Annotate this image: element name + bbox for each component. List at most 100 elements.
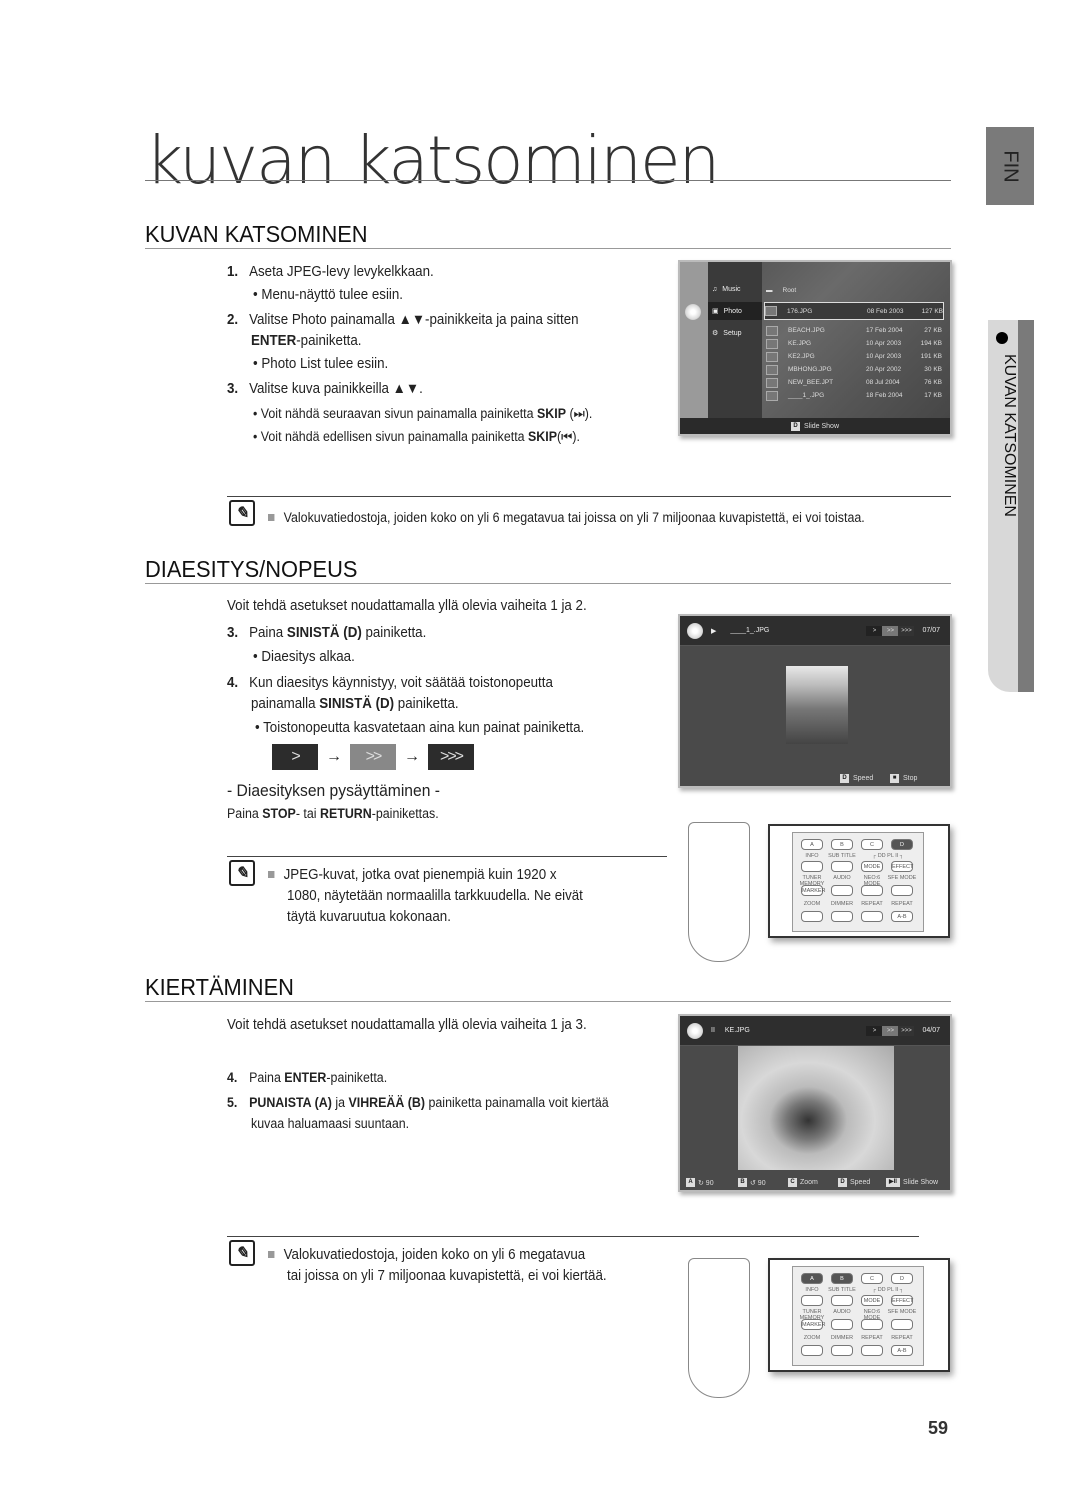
stop-heading: - Diaesityksen pysäyttäminen - [227, 781, 440, 800]
seal-photo [738, 1046, 894, 1170]
note-pencil-icon: ✎ [229, 860, 255, 886]
note-text-line2: 1080, näytetään normaalilla tarkkuudella… [287, 888, 583, 904]
image-file-icon [766, 351, 778, 362]
note-text-line2: tai joissa on yli 7 miljoonaa kuvapistet… [287, 1268, 607, 1284]
section3-intro: Voit tehdä asetukset noudattamalla yllä … [227, 1017, 587, 1033]
page-number: 59 [928, 1418, 949, 1438]
slideshow-topbar: ▶ ____1_.JPG > >> >>> 07/07 [680, 616, 950, 646]
folder-root[interactable]: ▬ Root [766, 284, 942, 297]
note-divider [227, 1236, 919, 1237]
chapter-side-tab: KUVAN KATSOMINEN [988, 320, 1034, 692]
note-text-line1: Valokuvatiedostoja, joiden koko on yli 6… [268, 1247, 585, 1264]
step-4-rotate: 4. Paina ENTER-painiketta. [227, 1070, 388, 1085]
file-row[interactable]: KE.JPG 10 Apr 2003 194 KB [766, 337, 942, 350]
rotate-cw-icon: ↻ 90 [698, 1179, 714, 1187]
step-4-speed: 4. Kun diaesitys käynnistyy, voit säätää … [227, 675, 553, 691]
step-3: 3. Valitse kuva painikkeilla ▲▼. [227, 381, 423, 397]
step-1: 1. Aseta JPEG-levy levykelkkaan. [227, 264, 434, 280]
image-file-icon [766, 364, 778, 375]
slide-photo [786, 666, 848, 744]
file-row[interactable]: BEACH.JPG 17 Feb 2004 27 KB [766, 324, 942, 337]
note-pencil-icon: ✎ [229, 500, 255, 526]
image-file-icon [766, 325, 778, 336]
speed-indicator: > >> >>> [866, 1025, 915, 1036]
folder-icon: ▬ [766, 287, 773, 294]
note-divider [227, 496, 951, 497]
rotate-topbar: II KE.JPG > >> >>> 04/07 [680, 1016, 950, 1046]
key-d: D [891, 839, 913, 850]
title-divider [145, 180, 951, 181]
nav-photo[interactable]: ▣ Photo [708, 302, 762, 320]
remote-zoom-panel: A B C D INFO SUB TITLE ┌ DD PL II ┐ MODE… [768, 824, 950, 938]
speed-indicator: > >> >>> [866, 625, 915, 636]
note-text-line1: JPEG-kuvat, jotka ovat pienempiä kuin 19… [268, 867, 557, 884]
step-2-bullet: • Photo List tulee esiin. [253, 356, 389, 372]
gear-icon: ⚙ [712, 330, 719, 337]
section2-intro: Voit tehdä asetukset noudattamalla yllä … [227, 598, 587, 614]
step-2: 2. Valitse Photo painamalla ▲▼-painikkeit… [227, 312, 579, 328]
step-3-bullet-next: • Voit nähdä seuraavan sivun painamalla … [253, 406, 593, 421]
speed-sequence: > → >> → >>> [272, 744, 474, 770]
speed-3-box: >>> [428, 744, 474, 770]
nav-setup[interactable]: ⚙ Setup [712, 324, 758, 342]
key-b: B [831, 839, 853, 850]
file-row[interactable]: MBHONG.JPG 20 Apr 2002 30 KB [766, 363, 942, 376]
note-divider [227, 856, 667, 857]
disc-icon [687, 622, 703, 639]
remote-zoom-panel: A B C D INFO SUB TITLE ┌ DD PL II ┐ MODE… [768, 1258, 950, 1372]
remote-control-illustration [688, 822, 750, 962]
play-icon: ▶ [711, 627, 717, 635]
speed-2-box: >> [350, 744, 396, 770]
side-tab-label: KUVAN KATSOMINEN [1001, 354, 1018, 517]
nav-music[interactable]: ♫ Music [712, 280, 758, 298]
screen-footer: D Slide Show [680, 418, 950, 434]
stop-text: Paina STOP- tai RETURN-painikettas. [227, 806, 439, 821]
photo-list-screen: ♫ Music ▣ Photo ⚙ Setup ▬ Root 176.JPG 08 Feb… [678, 260, 952, 436]
step-3-speed: 3. Paina SINISTÄ (D) painiketta. [227, 625, 427, 641]
bullet-dot-icon [996, 332, 1008, 344]
key-a: A [801, 839, 823, 850]
step-5-rotate: 5. PUNAISTA (A) ja VIHREÄÄ (B) painiketta… [227, 1095, 609, 1110]
page-title: kuvan katsominen [145, 122, 720, 199]
section-heading-kuvan-katsominen: KUVAN KATSOMINEN [145, 221, 368, 247]
section-divider [145, 1001, 951, 1002]
arrow-right-icon: → [326, 748, 342, 765]
photo-icon: ▣ [712, 308, 719, 315]
step-3-bullet: • Diaesitys alkaa. [253, 649, 355, 665]
step-2-cont: ENTER-painiketta. [251, 333, 362, 349]
file-row[interactable]: NEW_BEE.JPT 08 Jul 2004 76 KB [766, 376, 942, 389]
key-b: B [831, 1273, 853, 1284]
key-a: A [801, 1273, 823, 1284]
menu-nav: ♫ Music ▣ Photo ⚙ Setup [708, 262, 762, 422]
file-row[interactable]: 176.JPG 08 Feb 2003 127 KB [764, 302, 944, 320]
rotate-screen: II KE.JPG > >> >>> 04/07 A ↻ 90 B ↺ 90 C Zo… [678, 1014, 952, 1192]
speed-1-box: > [272, 744, 318, 770]
step-1-bullet: • Menu-näyttö tulee esiin. [253, 287, 404, 303]
remote-control-illustration [688, 1258, 750, 1398]
slideshow-screen: ▶ ____1_.JPG > >> >>> 07/07 D Speed ■ Stop [678, 614, 952, 788]
image-file-icon [766, 390, 778, 401]
pause-icon: II [711, 1027, 715, 1034]
file-row[interactable]: ____1_.JPG 18 Feb 2004 17 KB [766, 389, 942, 402]
note-text-line3: täytä kuvaruutua kokonaan. [287, 909, 451, 925]
note-text: Valokuvatiedostoja, joiden koko on yli 6… [268, 510, 865, 526]
side-tab-bar [1018, 320, 1034, 692]
language-tab: FIN [986, 127, 1034, 205]
key-c: C [861, 839, 883, 850]
step-4-cont: painamalla SINISTÄ (D) painiketta. [251, 696, 459, 712]
section-divider [145, 248, 951, 249]
image-file-icon [766, 338, 778, 349]
language-tab-label: FIN [999, 149, 1022, 183]
disc-icon [685, 304, 701, 320]
stop-icon: ■ [890, 774, 899, 783]
section-divider [145, 583, 951, 584]
disc-icon [687, 1022, 703, 1039]
section-heading-diaesitys: DIAESITYS/NOPEUS [145, 556, 358, 582]
image-file-icon [766, 377, 778, 388]
file-row[interactable]: KE2.JPG 10 Apr 2003 191 KB [766, 350, 942, 363]
key-d: D [891, 1273, 913, 1284]
section-heading-kiertaminen: KIERTÄMINEN [145, 974, 294, 1000]
arrow-right-icon: → [404, 748, 420, 765]
note-pencil-icon: ✎ [229, 1240, 255, 1266]
step-4-bullet: • Toistonopeutta kasvatetaan aina kun pa… [255, 720, 585, 736]
